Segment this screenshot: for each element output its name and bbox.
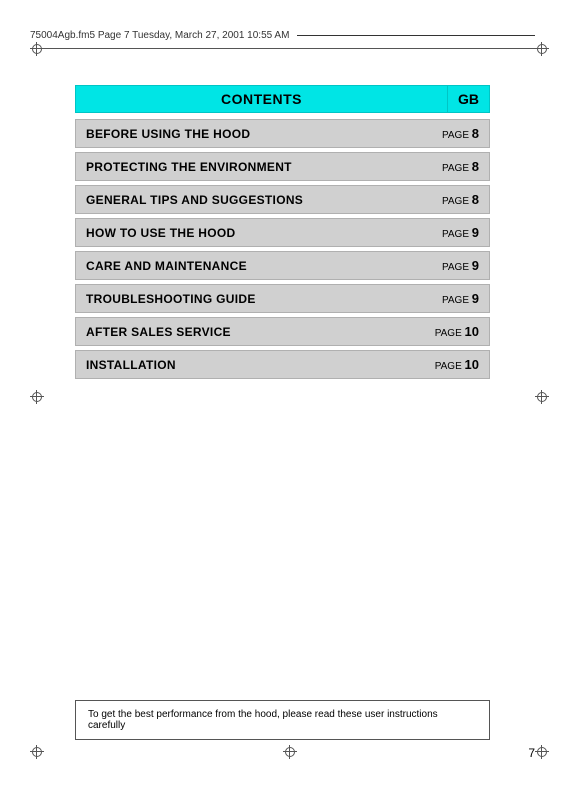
toc-label-5: TROUBLESHOOTING GUIDE bbox=[76, 286, 419, 312]
toc-page-3: PAGE 9 bbox=[419, 219, 489, 246]
toc-page-6: PAGE 10 bbox=[419, 318, 489, 345]
page-num-1: 8 bbox=[472, 159, 479, 174]
toc-page-7: PAGE 10 bbox=[419, 351, 489, 378]
page-num-3: 9 bbox=[472, 225, 479, 240]
header-filename: 75004Agb.fm5 Page 7 Tuesday, March 27, 2… bbox=[30, 30, 535, 41]
page-word-0: PAGE bbox=[442, 130, 472, 141]
page-word-5: PAGE bbox=[442, 295, 472, 306]
header-filename-text: 75004Agb.fm5 Page 7 Tuesday, March 27, 2… bbox=[30, 30, 289, 41]
page-num-6: 10 bbox=[465, 324, 479, 339]
content-area: CONTENTS GB BEFORE USING THE HOODPAGE 8P… bbox=[75, 85, 490, 383]
page-word-2: PAGE bbox=[442, 196, 472, 207]
toc-label-1: PROTECTING THE ENVIRONMENT bbox=[76, 154, 419, 180]
toc-page-5: PAGE 9 bbox=[419, 285, 489, 312]
toc-label-3: HOW TO USE THE HOOD bbox=[76, 220, 419, 246]
page-word-7: PAGE bbox=[435, 361, 465, 372]
page-word-1: PAGE bbox=[442, 163, 472, 174]
contents-header: CONTENTS GB bbox=[75, 85, 490, 113]
page-num-2: 8 bbox=[472, 192, 479, 207]
toc-label-0: BEFORE USING THE HOOD bbox=[76, 121, 419, 147]
page-num-4: 9 bbox=[472, 258, 479, 273]
page-word-3: PAGE bbox=[442, 229, 472, 240]
toc-page-2: PAGE 8 bbox=[419, 186, 489, 213]
page-word-6: PAGE bbox=[435, 328, 465, 339]
toc-page-4: PAGE 9 bbox=[419, 252, 489, 279]
toc-row-0: BEFORE USING THE HOODPAGE 8 bbox=[75, 119, 490, 148]
page-num-0: 8 bbox=[472, 126, 479, 141]
header-divider bbox=[30, 48, 535, 49]
toc-label-4: CARE AND MAINTENANCE bbox=[76, 253, 419, 279]
toc-label-6: AFTER SALES SERVICE bbox=[76, 319, 419, 345]
contents-title: CONTENTS bbox=[75, 85, 448, 113]
footer-text: To get the best performance from the hoo… bbox=[88, 709, 438, 731]
toc-row-1: PROTECTING THE ENVIRONMENTPAGE 8 bbox=[75, 152, 490, 181]
toc-row-3: HOW TO USE THE HOODPAGE 9 bbox=[75, 218, 490, 247]
page: 75004Agb.fm5 Page 7 Tuesday, March 27, 2… bbox=[0, 0, 565, 800]
contents-gb-text: GB bbox=[458, 91, 479, 107]
toc-row-2: GENERAL TIPS AND SUGGESTIONSPAGE 8 bbox=[75, 185, 490, 214]
page-num-7: 10 bbox=[465, 357, 479, 372]
toc-row-6: AFTER SALES SERVICEPAGE 10 bbox=[75, 317, 490, 346]
page-number-value: 7 bbox=[528, 746, 535, 760]
toc-row-5: TROUBLESHOOTING GUIDEPAGE 9 bbox=[75, 284, 490, 313]
footer-box: To get the best performance from the hoo… bbox=[75, 700, 490, 740]
toc-row-7: INSTALLATIONPAGE 10 bbox=[75, 350, 490, 379]
toc-label-2: GENERAL TIPS AND SUGGESTIONS bbox=[76, 187, 419, 213]
toc-table: BEFORE USING THE HOODPAGE 8PROTECTING TH… bbox=[75, 119, 490, 379]
toc-page-1: PAGE 8 bbox=[419, 153, 489, 180]
contents-title-text: CONTENTS bbox=[221, 91, 302, 107]
page-word-4: PAGE bbox=[442, 262, 472, 273]
contents-gb: GB bbox=[448, 85, 490, 113]
toc-row-4: CARE AND MAINTENANCEPAGE 9 bbox=[75, 251, 490, 280]
page-num-5: 9 bbox=[472, 291, 479, 306]
page-number: 7 bbox=[528, 746, 535, 760]
toc-page-0: PAGE 8 bbox=[419, 120, 489, 147]
toc-label-7: INSTALLATION bbox=[76, 352, 419, 378]
